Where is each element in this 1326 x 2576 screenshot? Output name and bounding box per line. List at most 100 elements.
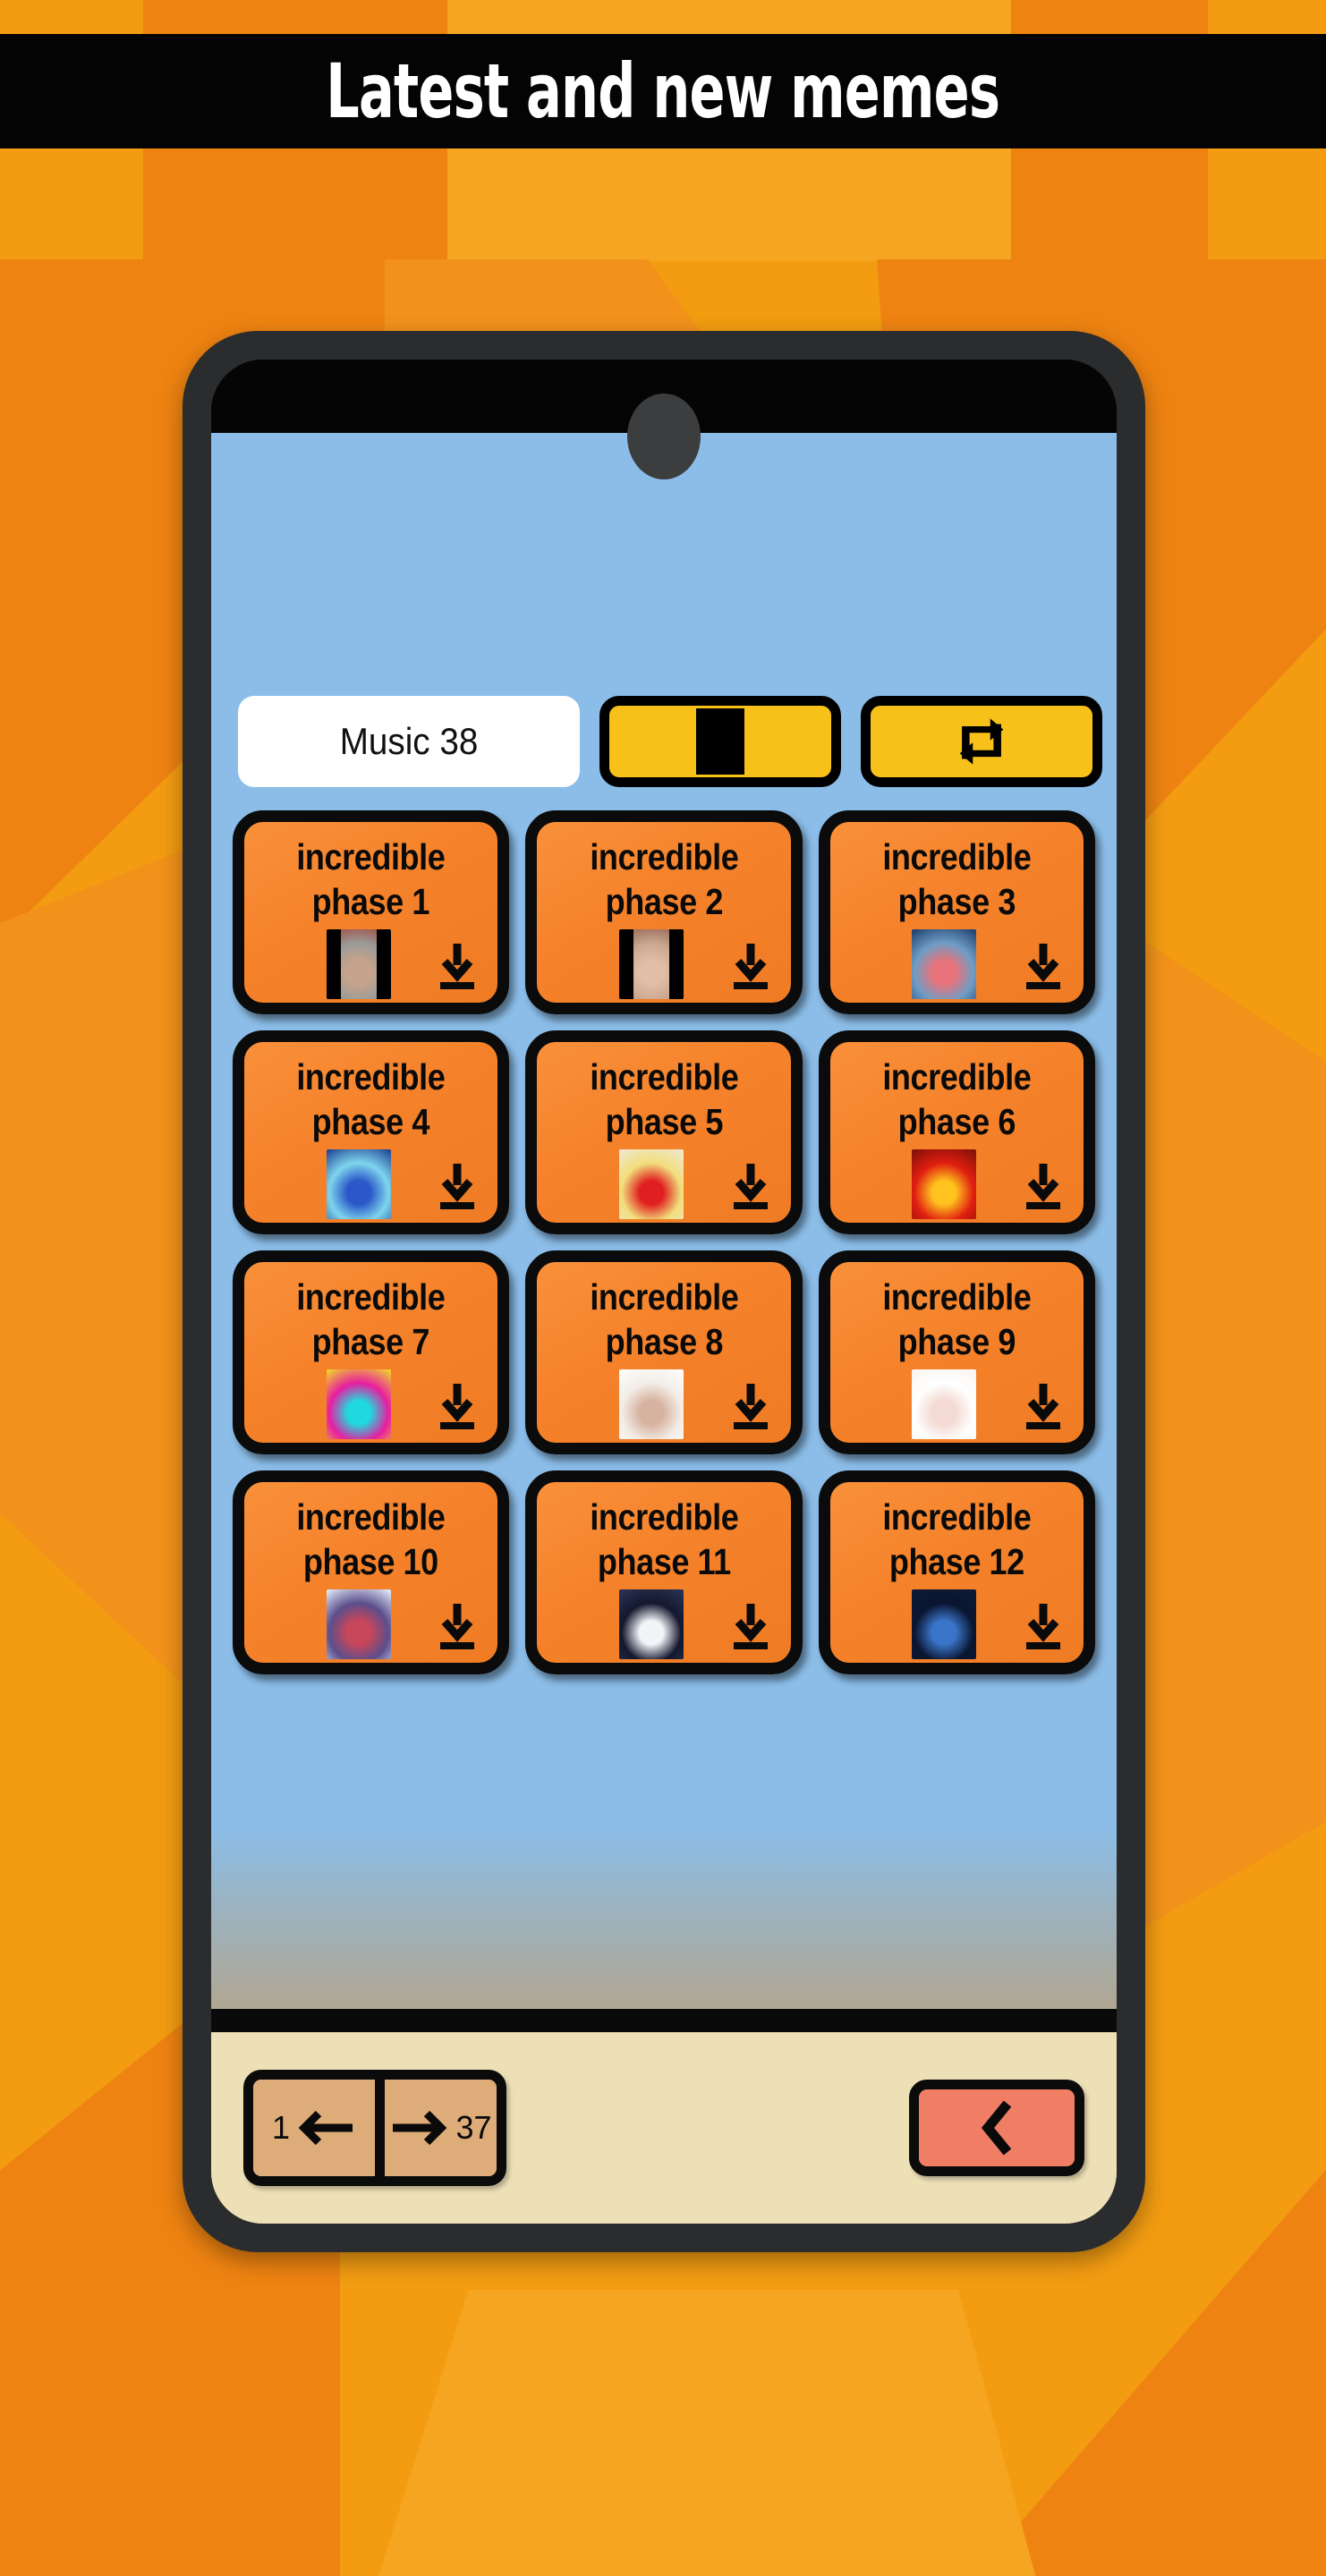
meme-tile-footer — [537, 928, 790, 1003]
meme-tile-footer — [537, 1588, 790, 1663]
meme-thumbnail — [326, 1589, 391, 1659]
meme-tile-title-line2: phase 7 — [312, 1321, 430, 1363]
meme-tile[interactable]: incredible phase 6 — [818, 1030, 1095, 1234]
repeat-icon — [959, 718, 1004, 765]
download-icon[interactable] — [433, 1160, 481, 1212]
meme-tile[interactable]: incredible phase 12 — [818, 1470, 1095, 1674]
download-icon[interactable] — [1019, 940, 1067, 992]
repeat-button[interactable] — [861, 696, 1102, 787]
meme-tile-title: incredible phase 5 — [590, 1055, 738, 1144]
meme-tile-title-line2: phase 8 — [605, 1321, 723, 1363]
meme-tile-footer — [244, 1368, 497, 1443]
page-title: Latest and new memes — [326, 47, 1001, 135]
meme-tile-footer — [830, 1148, 1084, 1223]
download-icon[interactable] — [727, 940, 775, 992]
meme-tile-title-line2: phase 12 — [888, 1541, 1024, 1583]
meme-tile-title: incredible phase 10 — [297, 1495, 446, 1584]
footer-bar: 1 37 — [211, 2032, 1117, 2224]
meme-tile-title: incredible phase 6 — [882, 1055, 1031, 1144]
thumbnail-letterbox-right — [668, 929, 684, 999]
download-icon[interactable] — [727, 1600, 775, 1652]
meme-thumbnail — [912, 1149, 977, 1219]
meme-tile-title-line1: incredible — [882, 1276, 1032, 1318]
music-track-label[interactable]: Music 38 — [238, 696, 580, 787]
back-button[interactable] — [909, 2080, 1084, 2176]
app-viewport: Music 38 incredible phase 1 incredible p… — [211, 433, 1117, 2224]
meme-tile-title-line2: phase 10 — [303, 1541, 439, 1583]
meme-thumbnail — [618, 1369, 684, 1439]
next-page-number: 37 — [455, 2109, 492, 2146]
meme-tile-title-line2: phase 5 — [605, 1101, 723, 1143]
meme-tile[interactable]: incredible phase 8 — [525, 1250, 803, 1454]
meme-tile-title-line1: incredible — [296, 1056, 446, 1097]
meme-tile-title: incredible phase 7 — [297, 1275, 446, 1364]
meme-tile-title-line1: incredible — [589, 1056, 739, 1097]
meme-tile-title: incredible phase 9 — [882, 1275, 1031, 1364]
meme-tile-footer — [537, 1148, 790, 1223]
meme-tile-title-line2: phase 9 — [897, 1321, 1016, 1363]
meme-tile-title-line2: phase 4 — [312, 1101, 430, 1143]
meme-thumbnail — [618, 929, 684, 999]
meme-tile-title-line2: phase 1 — [312, 881, 430, 923]
music-control-row: Music 38 — [238, 696, 1102, 787]
meme-tile-footer — [537, 1368, 790, 1443]
meme-tile-title-line1: incredible — [589, 1496, 739, 1538]
meme-thumbnail — [326, 929, 391, 999]
meme-tile[interactable]: incredible phase 9 — [818, 1250, 1095, 1454]
download-icon[interactable] — [727, 1380, 775, 1432]
meme-tile-footer — [830, 928, 1084, 1003]
meme-tile[interactable]: incredible phase 4 — [233, 1030, 510, 1234]
meme-tile[interactable]: incredible phase 11 — [525, 1470, 803, 1674]
meme-thumbnail — [912, 1589, 977, 1659]
download-icon[interactable] — [727, 1160, 775, 1212]
meme-tile[interactable]: incredible phase 3 — [818, 810, 1095, 1014]
meme-tile-title-line1: incredible — [882, 1056, 1032, 1097]
download-icon[interactable] — [1019, 1380, 1067, 1432]
meme-tile-title: incredible phase 4 — [297, 1055, 446, 1144]
meme-tile[interactable]: incredible phase 5 — [525, 1030, 803, 1234]
footer-divider — [211, 2009, 1117, 2032]
meme-tile-title: incredible phase 3 — [882, 835, 1031, 924]
meme-tile[interactable]: incredible phase 10 — [233, 1470, 510, 1674]
meme-tile-title-line2: phase 6 — [897, 1101, 1016, 1143]
meme-tile-footer — [244, 1148, 497, 1223]
download-icon[interactable] — [1019, 1600, 1067, 1652]
prev-page-button[interactable]: 1 — [253, 2080, 375, 2176]
meme-tile[interactable]: incredible phase 1 — [233, 810, 510, 1014]
meme-tile-title-line1: incredible — [296, 1496, 446, 1538]
phone-screen: Music 38 incredible phase 1 incredible p… — [211, 360, 1117, 2224]
meme-tile-title: incredible phase 12 — [882, 1495, 1031, 1584]
meme-tile-footer — [830, 1368, 1084, 1443]
meme-tile[interactable]: incredible phase 7 — [233, 1250, 510, 1454]
download-icon[interactable] — [433, 1380, 481, 1432]
poster-stage: Latest and new memes Music 38 incredible… — [0, 0, 1326, 2576]
front-camera-icon — [627, 394, 701, 479]
arrow-right-icon — [393, 2110, 447, 2146]
meme-tile-footer — [244, 928, 497, 1003]
meme-tile-title-line1: incredible — [882, 836, 1032, 877]
download-icon[interactable] — [433, 1600, 481, 1652]
download-icon[interactable] — [433, 940, 481, 992]
meme-tile-title-line1: incredible — [589, 1276, 739, 1318]
download-icon[interactable] — [1019, 1160, 1067, 1212]
meme-thumbnail — [912, 929, 977, 999]
phone-body: Music 38 incredible phase 1 incredible p… — [183, 331, 1145, 2252]
meme-tile-title-line2: phase 11 — [597, 1541, 731, 1583]
meme-tile-title: incredible phase 1 — [297, 835, 446, 924]
meme-tile-title: incredible phase 11 — [590, 1495, 738, 1584]
meme-tile-footer — [830, 1588, 1084, 1663]
meme-thumbnail — [912, 1369, 977, 1439]
stop-icon — [696, 708, 744, 775]
thumbnail-letterbox-left — [618, 929, 633, 999]
pagination-group: 1 37 — [243, 2070, 506, 2186]
meme-tile-footer — [244, 1588, 497, 1663]
stop-button[interactable] — [599, 696, 841, 787]
meme-tile[interactable]: incredible phase 2 — [525, 810, 803, 1014]
meme-thumbnail — [326, 1369, 391, 1439]
arrow-left-icon — [298, 2110, 353, 2146]
next-page-button[interactable]: 37 — [375, 2080, 497, 2176]
meme-tile-title-line1: incredible — [296, 836, 446, 877]
background-ray — [376, 2290, 1038, 2576]
chevron-left-icon — [981, 2100, 1012, 2156]
meme-tile-title: incredible phase 8 — [590, 1275, 738, 1364]
